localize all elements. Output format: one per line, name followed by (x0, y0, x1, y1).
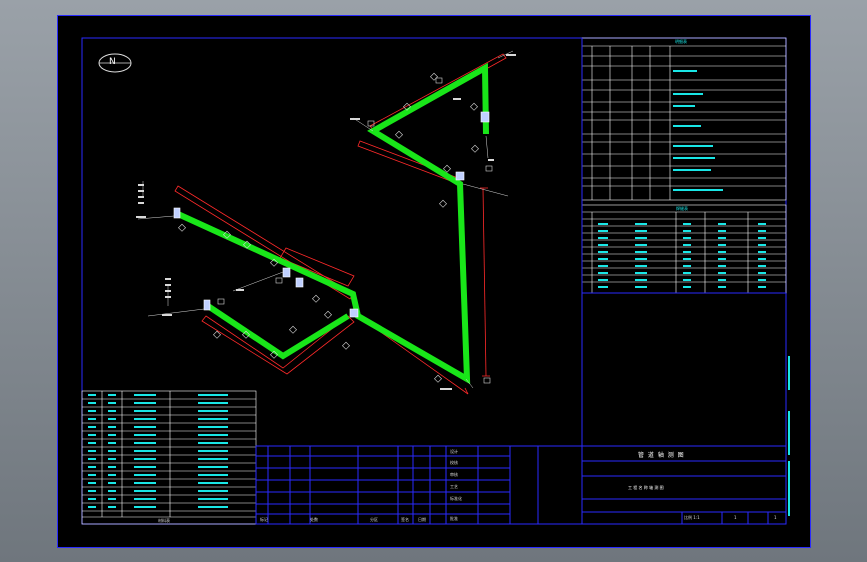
cad-viewport[interactable]: N 明细表 焊缝表 材料表 管 道 轴 测 图 工 程 名 称 轴 测 图 比例… (0, 0, 867, 562)
table-right-cells (598, 70, 766, 288)
main-title: 管 道 轴 测 图 (638, 452, 685, 459)
col-count: 处数 (310, 517, 318, 522)
table-left-cells (88, 394, 228, 508)
north-label: N (109, 57, 116, 67)
col-mark: 标记 (260, 517, 268, 522)
col-sign: 签名 (401, 517, 409, 522)
drawing-canvas (81, 37, 790, 525)
table3-title: 明细表 (675, 39, 687, 44)
tables-right (581, 37, 787, 294)
sign-row-4: 工艺 (450, 484, 458, 489)
title-block (255, 445, 787, 525)
col-date: 日期 (418, 517, 426, 522)
subtitle: 工 程 名 称 轴 测 图 (628, 485, 664, 490)
pipe-run (176, 62, 489, 385)
edge-notes (788, 356, 790, 516)
sign-row-3: 审核 (450, 472, 458, 477)
sign-row-5: 标准化 (450, 496, 462, 501)
scale-note: 比例 1:1 (684, 515, 700, 520)
col-zone: 分区 (370, 517, 378, 522)
table2-title: 焊缝表 (676, 206, 688, 211)
dimension-lines (174, 53, 507, 395)
sign-row-2: 校核 (450, 460, 458, 465)
drawing-sheet: N 明细表 焊缝表 材料表 管 道 轴 测 图 工 程 名 称 轴 测 图 比例… (57, 15, 811, 548)
sign-row-1: 设计 (450, 449, 458, 454)
table1-title: 材料表 (158, 518, 170, 523)
sign-row-6: 批准 (450, 516, 458, 521)
page-count: 1 (774, 515, 777, 520)
page-number: 1 (734, 515, 737, 520)
